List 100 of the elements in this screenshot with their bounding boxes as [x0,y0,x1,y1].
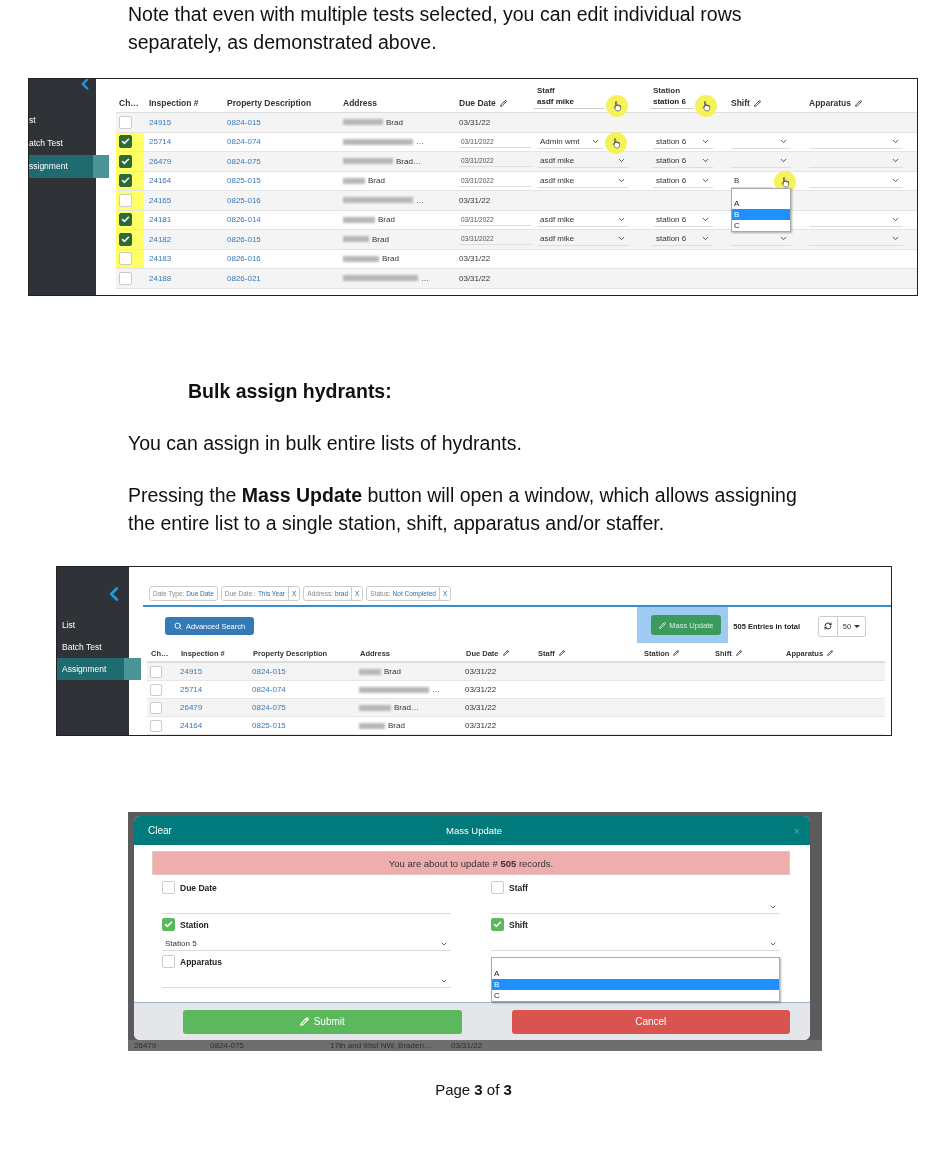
dropdown-option[interactable]: B [492,979,779,990]
dropdown-option[interactable]: A [732,198,790,209]
property-link[interactable]: 0826-016 [227,254,261,264]
redaction-blur [343,119,383,126]
inspection-link[interactable]: 25714 [149,137,172,147]
field-label: Staff [509,882,528,893]
redaction-blur [359,704,391,711]
field-label: Due Date [180,882,217,893]
filter-select[interactable]: station 6 [650,95,694,109]
inspection-link[interactable]: 25714 [180,685,203,694]
station-select[interactable]: station 6 [653,134,713,149]
address-text: Brad [378,215,395,225]
checkbox[interactable] [491,918,504,931]
property-link[interactable]: 0824-015 [227,117,261,127]
column-header: Ch… [119,98,139,108]
inspection-link[interactable]: 24915 [180,667,203,676]
column-header: Due Date [459,98,496,108]
inspection-link[interactable]: 26479 [149,156,172,166]
due-date-text: 03/31/22 [459,195,491,205]
address-text: … [432,685,440,694]
sidebar-item[interactable]: Assignment [57,658,141,680]
property-link[interactable]: 0824-075 [252,703,286,712]
property-link[interactable]: 0825-015 [227,176,261,186]
property-link[interactable]: 0825-015 [252,721,286,730]
redaction-blur [359,722,385,729]
due-date-text: 03/31/22 [459,273,491,283]
column-header: Shift [731,98,750,108]
address-text: Brad [372,234,389,244]
checkbox[interactable] [119,135,132,149]
column-header: Inspection # [149,98,199,108]
staff-select[interactable]: asdf mike [537,173,629,188]
inspection-link[interactable]: 24183 [149,254,172,264]
dropdown-option[interactable]: B [732,209,790,220]
redaction-blur [343,158,393,165]
pencil-icon [299,1017,309,1026]
field-label: Station [180,919,209,930]
staff-select[interactable]: Admin wmt [537,134,603,149]
staff-select[interactable]: asdf mike [537,154,629,169]
due-date-text: 03/31/22 [459,254,491,264]
field-label: Shift [509,919,528,930]
station-select[interactable]: station 6 [653,173,713,188]
property-link[interactable]: 0824-074 [252,685,286,694]
inspection-link[interactable]: 24188 [149,273,172,283]
address-text: Brad… [396,156,421,166]
shift-select[interactable]: B [731,173,773,188]
address-text: … [416,195,424,205]
dropdown-option[interactable]: C [492,990,779,1001]
checkbox[interactable] [119,174,132,188]
inspection-link[interactable]: 24164 [180,721,203,730]
warning-alert: You are about to update # 505 records. [152,851,790,875]
dropdown-option[interactable]: C [732,220,790,231]
redaction-blur [359,668,381,675]
inspection-link[interactable]: 24181 [149,215,172,225]
inspection-link[interactable]: 24165 [149,195,172,205]
redaction-blur [343,236,369,243]
pencil-icon [659,621,667,629]
paragraph: Pressing the Mass Update button will open a window, which allows assigning the entire list to a single station, shift, apparatus and/or staffer. [128,483,798,536]
refresh-icon [824,622,832,630]
property-link[interactable]: 0826-021 [227,273,261,283]
property-link[interactable]: 0825-016 [227,195,261,205]
redaction-blur [343,216,375,223]
filter-select[interactable]: asdf mike [534,95,604,109]
redaction-blur [343,138,413,145]
address-text: Brad [388,721,405,730]
refresh-button[interactable] [818,615,838,637]
checkbox[interactable] [162,918,175,931]
station-select[interactable]: station 6 [653,212,713,227]
address-text: Brad [382,254,399,264]
sidebar-item[interactable]: ssignment [29,155,109,178]
staff-select[interactable]: asdf mike [537,212,629,227]
field-label: Apparatus [180,956,223,967]
inspection-link[interactable]: 26479 [180,703,203,712]
redaction-blur [343,255,379,262]
property-link[interactable]: 0824-015 [252,667,286,676]
select-field[interactable]: Station 5 [162,937,451,951]
address-text: … [421,273,429,283]
station-select[interactable]: station 6 [653,232,713,247]
section-heading: Bulk assign hydrants: [188,379,393,404]
sidebar-item[interactable]: atch Test [29,132,96,155]
dropdown-option[interactable]: A [492,968,779,979]
property-link[interactable]: 0826-014 [227,215,261,225]
redaction-blur [359,686,429,693]
column-header: Staff [536,86,556,95]
property-link[interactable]: 0826-015 [227,234,261,244]
inspection-link[interactable]: 24164 [149,176,172,186]
checkbox[interactable] [119,213,132,227]
station-select[interactable]: station 6 [653,154,713,169]
sidebar-item[interactable]: List [57,614,129,636]
sidebar-item[interactable]: st [29,109,96,132]
address-text: … [416,137,424,147]
cancel-button[interactable]: Cancel [511,1009,790,1034]
property-link[interactable]: 0824-075 [227,156,261,166]
inspection-link[interactable]: 24182 [149,234,172,244]
property-link[interactable]: 0824-074 [227,137,261,147]
clear-button[interactable]: Clear [148,825,172,836]
due-date-text: 03/31/22 [465,667,497,676]
inspection-link[interactable]: 24915 [149,117,172,127]
staff-select[interactable]: asdf mike [537,232,629,247]
page-number: Page 3 of 3 [434,1081,513,1098]
sidebar-item[interactable]: Batch Test [57,636,129,658]
